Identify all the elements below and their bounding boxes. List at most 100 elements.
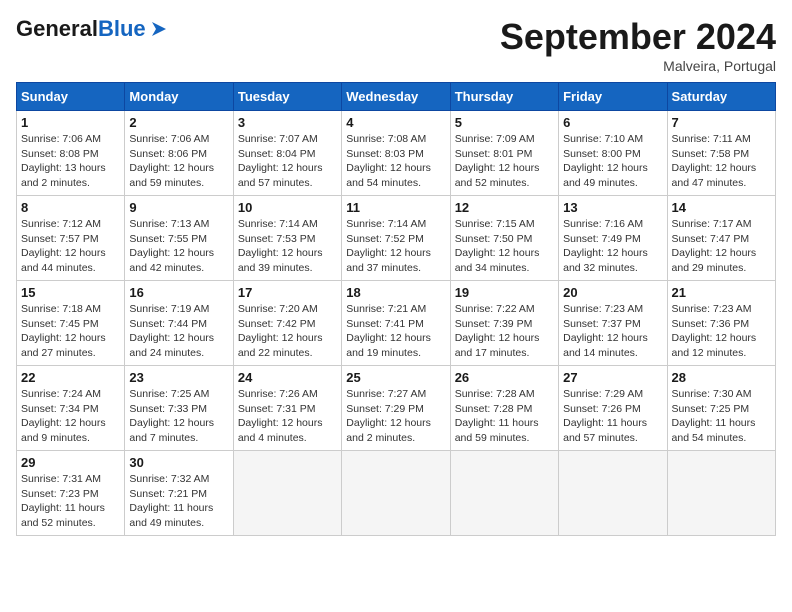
day-info: Sunrise: 7:30 AMSunset: 7:25 PMDaylight:… bbox=[672, 387, 771, 446]
calendar-cell: 9 Sunrise: 7:13 AMSunset: 7:55 PMDayligh… bbox=[125, 196, 233, 281]
day-info: Sunrise: 7:22 AMSunset: 7:39 PMDaylight:… bbox=[455, 302, 554, 361]
day-info: Sunrise: 7:27 AMSunset: 7:29 PMDaylight:… bbox=[346, 387, 445, 446]
calendar-cell: 26 Sunrise: 7:28 AMSunset: 7:28 PMDaylig… bbox=[450, 366, 558, 451]
calendar-cell: 13 Sunrise: 7:16 AMSunset: 7:49 PMDaylig… bbox=[559, 196, 667, 281]
calendar-cell: 8 Sunrise: 7:12 AMSunset: 7:57 PMDayligh… bbox=[17, 196, 125, 281]
day-info: Sunrise: 7:08 AMSunset: 8:03 PMDaylight:… bbox=[346, 132, 445, 191]
day-number: 15 bbox=[21, 285, 120, 300]
calendar-cell: 1 Sunrise: 7:06 AMSunset: 8:08 PMDayligh… bbox=[17, 111, 125, 196]
calendar-cell bbox=[559, 451, 667, 536]
day-info: Sunrise: 7:14 AMSunset: 7:53 PMDaylight:… bbox=[238, 217, 337, 276]
day-number: 30 bbox=[129, 455, 228, 470]
day-info: Sunrise: 7:23 AMSunset: 7:36 PMDaylight:… bbox=[672, 302, 771, 361]
header-monday: Monday bbox=[125, 83, 233, 111]
day-info: Sunrise: 7:32 AMSunset: 7:21 PMDaylight:… bbox=[129, 472, 228, 531]
week-row: 1 Sunrise: 7:06 AMSunset: 8:08 PMDayligh… bbox=[17, 111, 776, 196]
day-number: 4 bbox=[346, 115, 445, 130]
day-number: 11 bbox=[346, 200, 445, 215]
calendar-cell: 25 Sunrise: 7:27 AMSunset: 7:29 PMDaylig… bbox=[342, 366, 450, 451]
calendar-cell: 10 Sunrise: 7:14 AMSunset: 7:53 PMDaylig… bbox=[233, 196, 341, 281]
week-row: 15 Sunrise: 7:18 AMSunset: 7:45 PMDaylig… bbox=[17, 281, 776, 366]
calendar-cell: 20 Sunrise: 7:23 AMSunset: 7:37 PMDaylig… bbox=[559, 281, 667, 366]
day-number: 6 bbox=[563, 115, 662, 130]
header-wednesday: Wednesday bbox=[342, 83, 450, 111]
day-info: Sunrise: 7:18 AMSunset: 7:45 PMDaylight:… bbox=[21, 302, 120, 361]
day-number: 3 bbox=[238, 115, 337, 130]
calendar-cell: 2 Sunrise: 7:06 AMSunset: 8:06 PMDayligh… bbox=[125, 111, 233, 196]
week-row: 22 Sunrise: 7:24 AMSunset: 7:34 PMDaylig… bbox=[17, 366, 776, 451]
day-number: 13 bbox=[563, 200, 662, 215]
day-info: Sunrise: 7:06 AMSunset: 8:06 PMDaylight:… bbox=[129, 132, 228, 191]
day-info: Sunrise: 7:11 AMSunset: 7:58 PMDaylight:… bbox=[672, 132, 771, 191]
calendar-cell bbox=[233, 451, 341, 536]
day-info: Sunrise: 7:12 AMSunset: 7:57 PMDaylight:… bbox=[21, 217, 120, 276]
calendar-cell: 12 Sunrise: 7:15 AMSunset: 7:50 PMDaylig… bbox=[450, 196, 558, 281]
day-info: Sunrise: 7:31 AMSunset: 7:23 PMDaylight:… bbox=[21, 472, 120, 531]
calendar-table: Sunday Monday Tuesday Wednesday Thursday… bbox=[16, 82, 776, 536]
calendar-cell: 11 Sunrise: 7:14 AMSunset: 7:52 PMDaylig… bbox=[342, 196, 450, 281]
title-area: September 2024 Malveira, Portugal bbox=[500, 16, 776, 74]
day-info: Sunrise: 7:19 AMSunset: 7:44 PMDaylight:… bbox=[129, 302, 228, 361]
calendar-cell: 3 Sunrise: 7:07 AMSunset: 8:04 PMDayligh… bbox=[233, 111, 341, 196]
day-info: Sunrise: 7:25 AMSunset: 7:33 PMDaylight:… bbox=[129, 387, 228, 446]
day-info: Sunrise: 7:28 AMSunset: 7:28 PMDaylight:… bbox=[455, 387, 554, 446]
day-info: Sunrise: 7:10 AMSunset: 8:00 PMDaylight:… bbox=[563, 132, 662, 191]
header-sunday: Sunday bbox=[17, 83, 125, 111]
page-container: GeneralBlue September 2024 Malveira, Por… bbox=[16, 16, 776, 536]
day-number: 8 bbox=[21, 200, 120, 215]
day-number: 18 bbox=[346, 285, 445, 300]
week-row: 8 Sunrise: 7:12 AMSunset: 7:57 PMDayligh… bbox=[17, 196, 776, 281]
header: GeneralBlue September 2024 Malveira, Por… bbox=[16, 16, 776, 74]
week-row: 29 Sunrise: 7:31 AMSunset: 7:23 PMDaylig… bbox=[17, 451, 776, 536]
day-number: 19 bbox=[455, 285, 554, 300]
day-number: 2 bbox=[129, 115, 228, 130]
day-number: 14 bbox=[672, 200, 771, 215]
day-info: Sunrise: 7:24 AMSunset: 7:34 PMDaylight:… bbox=[21, 387, 120, 446]
day-info: Sunrise: 7:26 AMSunset: 7:31 PMDaylight:… bbox=[238, 387, 337, 446]
header-tuesday: Tuesday bbox=[233, 83, 341, 111]
calendar-cell: 17 Sunrise: 7:20 AMSunset: 7:42 PMDaylig… bbox=[233, 281, 341, 366]
day-info: Sunrise: 7:21 AMSunset: 7:41 PMDaylight:… bbox=[346, 302, 445, 361]
calendar-cell: 30 Sunrise: 7:32 AMSunset: 7:21 PMDaylig… bbox=[125, 451, 233, 536]
day-info: Sunrise: 7:09 AMSunset: 8:01 PMDaylight:… bbox=[455, 132, 554, 191]
day-number: 9 bbox=[129, 200, 228, 215]
calendar-cell: 28 Sunrise: 7:30 AMSunset: 7:25 PMDaylig… bbox=[667, 366, 775, 451]
calendar-cell: 24 Sunrise: 7:26 AMSunset: 7:31 PMDaylig… bbox=[233, 366, 341, 451]
day-number: 24 bbox=[238, 370, 337, 385]
day-info: Sunrise: 7:29 AMSunset: 7:26 PMDaylight:… bbox=[563, 387, 662, 446]
day-number: 16 bbox=[129, 285, 228, 300]
logo: GeneralBlue bbox=[16, 16, 170, 42]
calendar-cell: 19 Sunrise: 7:22 AMSunset: 7:39 PMDaylig… bbox=[450, 281, 558, 366]
calendar-cell: 4 Sunrise: 7:08 AMSunset: 8:03 PMDayligh… bbox=[342, 111, 450, 196]
day-number: 28 bbox=[672, 370, 771, 385]
day-number: 17 bbox=[238, 285, 337, 300]
day-number: 26 bbox=[455, 370, 554, 385]
day-number: 12 bbox=[455, 200, 554, 215]
day-number: 25 bbox=[346, 370, 445, 385]
day-number: 22 bbox=[21, 370, 120, 385]
header-friday: Friday bbox=[559, 83, 667, 111]
day-info: Sunrise: 7:23 AMSunset: 7:37 PMDaylight:… bbox=[563, 302, 662, 361]
day-number: 7 bbox=[672, 115, 771, 130]
calendar-cell: 22 Sunrise: 7:24 AMSunset: 7:34 PMDaylig… bbox=[17, 366, 125, 451]
day-number: 5 bbox=[455, 115, 554, 130]
header-thursday: Thursday bbox=[450, 83, 558, 111]
calendar-cell bbox=[667, 451, 775, 536]
calendar-cell: 18 Sunrise: 7:21 AMSunset: 7:41 PMDaylig… bbox=[342, 281, 450, 366]
day-info: Sunrise: 7:14 AMSunset: 7:52 PMDaylight:… bbox=[346, 217, 445, 276]
calendar-cell bbox=[450, 451, 558, 536]
day-number: 10 bbox=[238, 200, 337, 215]
calendar-cell: 7 Sunrise: 7:11 AMSunset: 7:58 PMDayligh… bbox=[667, 111, 775, 196]
month-title: September 2024 bbox=[500, 16, 776, 58]
calendar-cell: 6 Sunrise: 7:10 AMSunset: 8:00 PMDayligh… bbox=[559, 111, 667, 196]
calendar-cell: 29 Sunrise: 7:31 AMSunset: 7:23 PMDaylig… bbox=[17, 451, 125, 536]
day-number: 27 bbox=[563, 370, 662, 385]
weekday-header-row: Sunday Monday Tuesday Wednesday Thursday… bbox=[17, 83, 776, 111]
calendar-cell: 21 Sunrise: 7:23 AMSunset: 7:36 PMDaylig… bbox=[667, 281, 775, 366]
location: Malveira, Portugal bbox=[500, 58, 776, 74]
header-saturday: Saturday bbox=[667, 83, 775, 111]
calendar-cell: 23 Sunrise: 7:25 AMSunset: 7:33 PMDaylig… bbox=[125, 366, 233, 451]
logo-text: GeneralBlue bbox=[16, 16, 146, 42]
day-info: Sunrise: 7:16 AMSunset: 7:49 PMDaylight:… bbox=[563, 217, 662, 276]
day-info: Sunrise: 7:07 AMSunset: 8:04 PMDaylight:… bbox=[238, 132, 337, 191]
